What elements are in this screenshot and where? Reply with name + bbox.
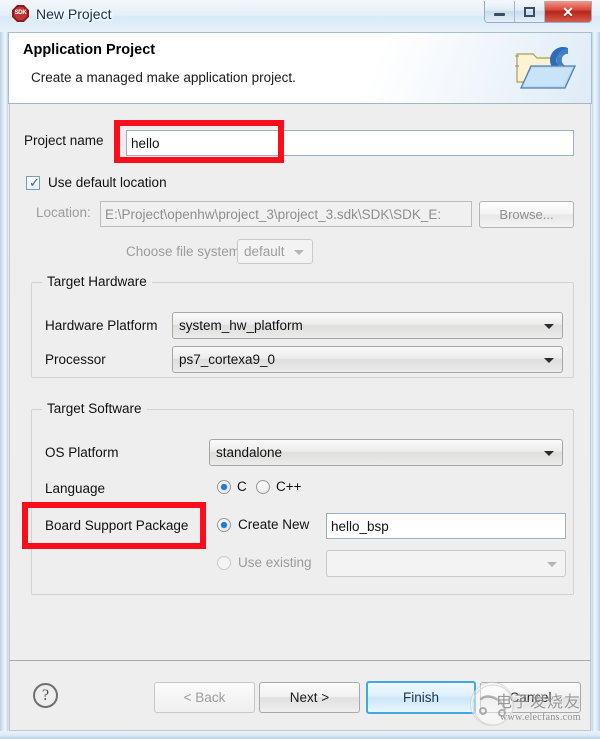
finish-label: Finish [402,690,439,705]
processor-value: ps7_cortexa9_0 [179,352,276,367]
radio-c-label: C [237,479,247,494]
back-label: < Back [183,690,226,705]
browse-button: Browse... [479,201,574,228]
chevron-down-icon [294,249,304,255]
use-default-location-row[interactable]: ✓ Use default location [26,175,167,190]
watermark-url-text: www.elecfans.com [500,712,581,723]
close-icon: ✕ [562,3,574,20]
chevron-down-icon [544,323,554,329]
bsp-name-value: hello_bsp [331,518,389,534]
bsp-row: Board Support Package [45,518,188,533]
maximize-icon [524,6,535,17]
use-default-location-checkbox[interactable]: ✓ [26,174,40,190]
language-radio-cpp[interactable]: C++ [256,479,302,494]
target-hardware-group-label: Target Hardware [42,274,152,289]
location-label: Location: [36,205,91,220]
os-platform-row: OS Platform [45,445,119,460]
processor-label: Processor [45,352,106,367]
board-support-package-label: Board Support Package [45,518,189,533]
sdk-icon-label: SDK [14,10,27,16]
sdk-app-icon: SDK [12,5,29,22]
project-name-row: Project name [24,133,104,148]
close-button[interactable]: ✕ [545,1,591,22]
language-row: Language [45,481,105,496]
processor-row: Processor [45,352,106,367]
window-controls: ✕ [484,1,592,23]
processor-combo[interactable]: ps7_cortexa9_0 [172,346,563,373]
bsp-use-existing-combo [326,550,566,577]
radio-cpp[interactable] [256,479,270,494]
choose-file-system-combo: default [237,239,313,264]
chevron-down-icon [547,561,557,567]
choose-file-system-value: default [244,244,285,259]
page-title: Application Project [23,42,156,58]
os-platform-label: OS Platform [45,445,119,460]
language-label: Language [45,481,106,496]
hardware-platform-row: Hardware Platform [45,318,158,333]
bsp-use-existing-label: Use existing [238,555,312,570]
target-software-group-label: Target Software [42,401,147,416]
site-watermark: 电子发烧友 www.elecfans.com [470,676,598,736]
help-label: ? [41,686,50,704]
project-name-value: hello [131,135,160,151]
hardware-platform-value: system_hw_platform [179,318,303,333]
choose-file-system-label: Choose file system: [126,244,244,259]
next-button[interactable]: Next > [259,682,360,713]
window-title: New Project [36,5,112,22]
language-radio-c[interactable]: C [217,479,247,494]
bsp-create-new-label: Create New [238,517,310,532]
window-border-left [0,0,8,739]
help-button[interactable]: ? [33,683,58,708]
title-bar: SDK New Project ✕ [0,0,600,32]
bsp-name-input[interactable]: hello_bsp [326,513,566,539]
project-name-label: Project name [24,133,104,148]
window-border-right [592,0,600,739]
minimize-icon [494,13,505,16]
use-default-location-label: Use default location [48,175,167,190]
hardware-platform-label: Hardware Platform [45,318,158,333]
wizard-header: Application Project Create a managed mak… [8,32,592,104]
choose-file-system-row: Choose file system: [126,244,244,259]
hardware-platform-combo[interactable]: system_hw_platform [172,312,563,339]
browse-label: Browse... [499,207,554,222]
radio-cpp-label: C++ [276,479,302,494]
back-button: < Back [154,682,255,713]
location-value: E:\Project\openhw\project_3\project_3.sd… [105,206,442,222]
os-platform-combo[interactable]: standalone [209,439,563,466]
radio-c[interactable] [217,479,231,494]
checkmark-icon: ✓ [29,174,40,190]
chevron-down-icon [544,450,554,456]
maximize-button[interactable] [515,1,545,22]
watermark-cn-text: 电子发烧友 [496,692,582,711]
bsp-use-existing-option: Use existing [217,555,312,570]
chevron-down-icon [544,357,554,363]
radio-use-existing [217,555,231,570]
location-input: E:\Project\openhw\project_3\project_3.sd… [100,201,472,227]
c-project-folder-icon [513,40,579,98]
new-project-dialog: SDK New Project ✕ Application Project Cr… [0,0,600,739]
bsp-create-new-option[interactable]: Create New [217,517,309,532]
dialog-body: Project name hello ✓ Use default locatio… [9,104,591,660]
project-name-input[interactable]: hello [126,130,574,156]
next-label: Next > [289,690,330,705]
page-subtitle: Create a managed make application projec… [31,70,296,85]
minimize-button[interactable] [485,1,515,22]
finish-button[interactable]: Finish [366,681,476,714]
location-row: Location: [36,205,91,220]
os-platform-value: standalone [216,445,283,460]
title-bar-left: SDK New Project [12,5,111,22]
radio-create-new[interactable] [217,517,231,532]
